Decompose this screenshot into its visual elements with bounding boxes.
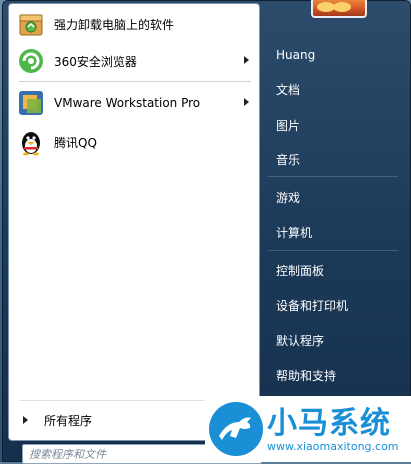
link-label: 音乐	[276, 152, 301, 167]
link-label: Huang	[276, 48, 316, 62]
link-devices-printers[interactable]: 设备和打印机	[264, 293, 404, 317]
watermark: 小马系统 www.xiaomaxitong.com	[205, 396, 411, 462]
link-label: 图片	[276, 118, 301, 133]
link-label: 帮助和支持	[276, 368, 337, 383]
link-label: 文档	[276, 82, 301, 97]
program-item-vmware[interactable]: VMware Workstation Pro	[13, 86, 257, 120]
uninstall-box-icon	[17, 10, 45, 38]
link-default-programs[interactable]: 默认程序	[264, 328, 404, 352]
program-label: 强力卸载电脑上的软件	[54, 17, 175, 32]
link-label: 游戏	[276, 190, 301, 205]
program-label: 腾讯QQ	[54, 135, 97, 150]
link-label: 计算机	[276, 225, 313, 240]
user-picture[interactable]	[311, 0, 367, 18]
program-item-360-browser[interactable]: 360安全浏览器	[13, 44, 257, 78]
divider	[19, 81, 251, 82]
expand-arrow-icon	[23, 416, 28, 424]
submenu-arrow-icon[interactable]	[244, 98, 249, 106]
vmware-icon	[17, 89, 45, 117]
flower-petal	[333, 2, 351, 12]
link-user-folder[interactable]: Huang	[264, 43, 404, 67]
program-item-qq[interactable]: 腾讯QQ	[13, 125, 257, 159]
link-games[interactable]: 游戏	[264, 185, 404, 209]
all-programs-label: 所有程序	[44, 413, 93, 428]
link-label: 设备和打印机	[276, 298, 349, 313]
divider	[268, 176, 398, 177]
submenu-arrow-icon[interactable]	[244, 56, 249, 64]
link-pictures[interactable]: 图片	[264, 113, 404, 137]
link-computer[interactable]: 计算机	[264, 220, 404, 244]
program-item-uninstaller[interactable]: 强力卸载电脑上的软件	[13, 7, 257, 41]
program-label: VMware Workstation Pro	[54, 96, 201, 110]
link-label: 默认程序	[276, 333, 325, 348]
link-documents[interactable]: 文档	[264, 77, 404, 101]
divider	[268, 250, 398, 251]
link-music[interactable]: 音乐	[264, 147, 404, 171]
horse-logo-icon	[209, 402, 263, 456]
link-control-panel[interactable]: 控制面板	[264, 258, 404, 282]
link-label: 控制面板	[276, 263, 325, 278]
watermark-url: www.xiaomaxitong.com	[267, 440, 399, 453]
programs-pane: 强力卸载电脑上的软件 360安全浏览器 VMware Workstation P…	[8, 3, 260, 441]
program-label: 360安全浏览器	[54, 54, 137, 69]
link-help-support[interactable]: 帮助和支持	[264, 363, 404, 387]
watermark-title: 小马系统	[267, 406, 391, 441]
qq-penguin-icon	[17, 128, 45, 156]
360-browser-icon	[17, 47, 45, 75]
